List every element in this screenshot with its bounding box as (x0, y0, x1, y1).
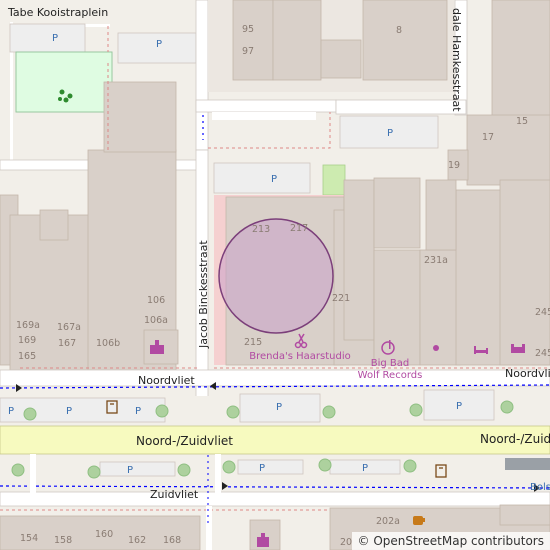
noord-zuidvliet-road[interactable] (0, 425, 550, 455)
svg-text:8: 8 (396, 25, 402, 36)
svg-text:202a: 202a (376, 516, 400, 527)
tree-icon (409, 403, 423, 417)
svg-text:169a: 169a (16, 320, 40, 331)
svg-text:213: 213 (252, 224, 270, 235)
svg-text:158: 158 (54, 535, 72, 546)
map-canvas[interactable]: P P P P P P P P P P P P 95 97 8 17 15 19… (0, 0, 550, 550)
poi-label-big-bad-line2[interactable]: Wolf Records (358, 370, 423, 381)
area-highlight-circle[interactable] (218, 218, 334, 334)
street-label-noordvliet: Noordvliet (138, 374, 195, 387)
svg-text:165: 165 (18, 351, 36, 362)
parking-icon: P (259, 463, 265, 474)
svg-text:245: 245 (535, 307, 550, 318)
parking-icon: P (276, 402, 282, 413)
tree-icon (322, 405, 336, 419)
street-label-noord-zuidvliet: Noord-/Zuidvliet (136, 434, 233, 448)
svg-text:217: 217 (290, 223, 308, 234)
street-label-tabe-kooistraplein: Tabe Kooistraplein (7, 6, 108, 19)
svg-text:20: 20 (340, 537, 352, 548)
tree-icon (23, 407, 37, 421)
grass-patch (322, 164, 346, 196)
playground-area (15, 51, 113, 113)
tree-icon (500, 400, 514, 414)
parking-icon: P (8, 406, 14, 417)
svg-text:162: 162 (128, 535, 146, 546)
street-label-zuidvliet: Zuidvliet (150, 488, 199, 501)
svg-text:167a: 167a (57, 322, 81, 333)
shop-icon[interactable] (433, 345, 439, 351)
noordvliet-road[interactable] (0, 369, 550, 387)
tree-icon (87, 465, 101, 479)
svg-text:160: 160 (95, 529, 113, 540)
parking-icon: P (135, 406, 141, 417)
parking-lot (9, 23, 86, 53)
zuidvliet-road[interactable] (0, 491, 550, 507)
cycleway-south (0, 485, 550, 489)
parking-strip (99, 461, 176, 477)
parking-lot (213, 162, 311, 194)
parking-icon: P (66, 406, 72, 417)
svg-text:154: 154 (20, 533, 38, 544)
tree-icon (155, 404, 169, 418)
parking-icon: P (362, 463, 368, 474)
svg-text:168: 168 (163, 535, 181, 546)
tree-icon (403, 459, 417, 473)
tree-icon (226, 405, 240, 419)
bench-icon[interactable] (435, 464, 447, 478)
tree-icon (222, 460, 236, 474)
street-label-dale-hamkesstraat: dale Hamkesstraat (450, 8, 463, 112)
svg-text:215: 215 (244, 337, 262, 348)
poi-label-big-bad-line1[interactable]: Big Bad (371, 358, 410, 369)
svg-text:221: 221 (332, 293, 350, 304)
svg-text:106b: 106b (96, 338, 120, 349)
street-label-jacob-binckesstraat: Jacob Binckesstraat (197, 240, 210, 349)
tree-icon (318, 458, 332, 472)
attribution[interactable]: © OpenStreetMap contributors (351, 532, 550, 550)
parking-icon: P (52, 33, 58, 44)
parking-icon: P (127, 465, 133, 476)
svg-text:169: 169 (18, 335, 36, 346)
buildings-right (343, 177, 550, 366)
poi-label-brendas-haarstudio[interactable]: Brenda's Haarstudio (249, 351, 350, 362)
svg-text:15: 15 (516, 116, 528, 127)
parking-icon: P (156, 39, 162, 50)
svg-text:245: 245 (535, 348, 550, 359)
svg-text:19: 19 (448, 160, 460, 171)
street-label-noordvliet-east: Noordvlie (505, 367, 550, 380)
svg-text:167: 167 (58, 338, 76, 349)
svg-text:106: 106 (147, 295, 165, 306)
tree-icon (177, 463, 191, 477)
edge-text-bols: Bols (530, 482, 550, 493)
parking-strip (237, 459, 304, 475)
parking-icon: P (271, 174, 277, 185)
parking-icon: P (456, 401, 462, 412)
parking-icon: P (387, 128, 393, 139)
tree-icon (11, 463, 25, 477)
street-label-noord-zuidvliet-east: Noord-/Zuidv (480, 432, 550, 446)
svg-text:17: 17 (482, 132, 494, 143)
svg-text:106a: 106a (144, 315, 168, 326)
svg-text:95: 95 (242, 24, 254, 35)
svg-text:231a: 231a (424, 255, 448, 266)
svg-text:97: 97 (242, 46, 254, 57)
